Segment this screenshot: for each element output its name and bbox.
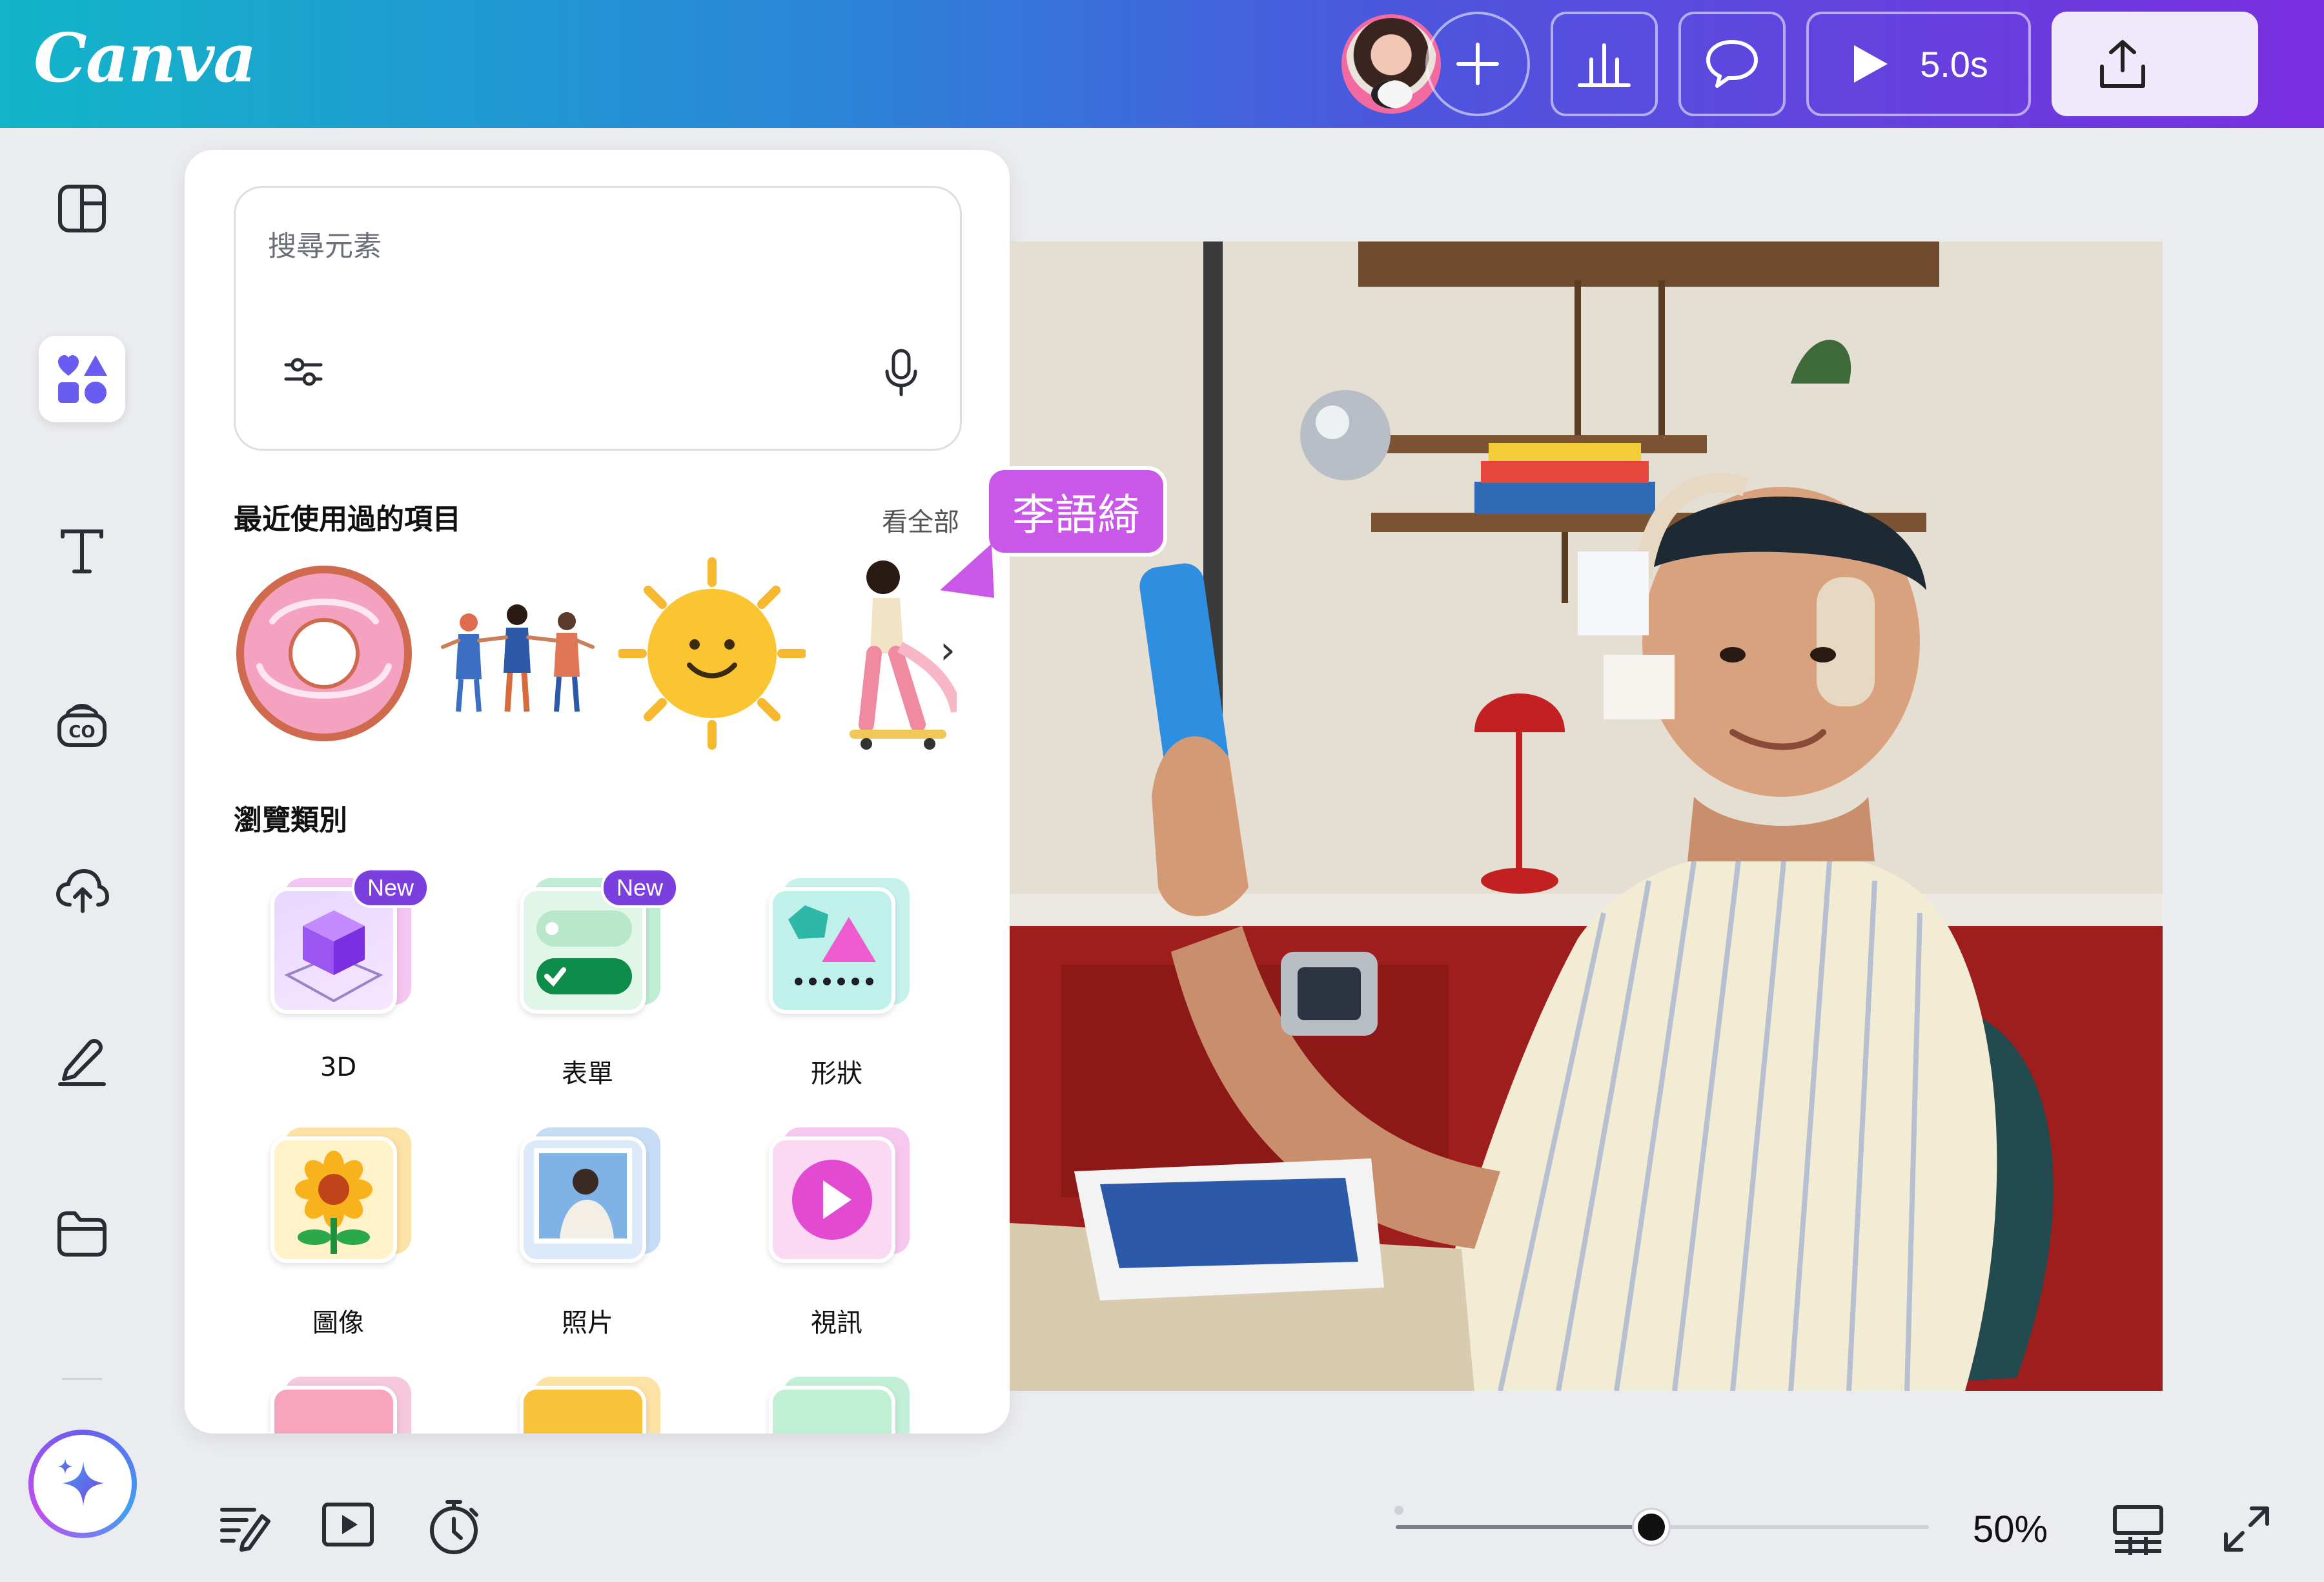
sidebar-item-elements[interactable] [39,336,125,422]
sidebar-item-uploads[interactable] [39,847,125,934]
layout-icon [58,185,106,232]
card-front [520,1386,646,1433]
sparkle-icon [57,1459,104,1506]
sidebar-item-text[interactable] [39,508,125,594]
brand-kit-icon: CO [57,704,107,747]
search-box [234,186,962,451]
recent-sun[interactable] [618,550,806,757]
folder-icon [57,1211,107,1257]
grid-view-icon[interactable] [2111,1503,2165,1555]
canvas-photo [1010,241,2163,1391]
form-icon [536,910,632,994]
category-label: 照片 [562,1308,613,1338]
svg-text:CO: CO [68,723,95,742]
category-graphics[interactable]: 圖像 [241,1127,435,1339]
search-input[interactable] [268,220,901,272]
fullscreen-icon[interactable] [2221,1503,2272,1555]
draw-icon [58,1039,106,1086]
category-partial-1[interactable] [241,1377,435,1433]
text-icon [61,529,103,573]
browse-title: 瀏覽類別 [234,804,347,837]
see-all-link[interactable]: 看全部 [882,501,959,539]
avatar-dog [1371,80,1412,108]
zoom-slider-thumb[interactable] [1634,1510,1669,1545]
shapes-category-icon [788,905,876,985]
category-label: 視訊 [811,1308,862,1338]
speech-bubble-icon [1706,40,1758,88]
card-front [769,1386,895,1433]
category-partial-2[interactable] [491,1377,684,1433]
insights-button[interactable] [1551,12,1658,116]
category-label: 形狀 [811,1059,862,1089]
elements-panel: 最近使用過的項目 看全部 › 瀏覽類別 [185,150,1010,1433]
card-front [769,887,895,1014]
recent-donut[interactable] [234,550,414,757]
sidebar-item-draw[interactable] [39,1018,125,1104]
category-photos[interactable]: 照片 [491,1127,684,1339]
zoom-slider-fill [1396,1525,1652,1529]
category-3d[interactable]: New 3D [241,868,435,1082]
zoom-slider[interactable] [1396,1510,1929,1545]
card-front [270,1136,397,1263]
notes-icon[interactable] [217,1498,271,1552]
recent-people[interactable] [430,550,604,757]
card-front [270,1386,397,1433]
comments-button[interactable] [1678,12,1786,116]
new-badge: New [601,868,679,908]
add-collaborator-button[interactable] [1425,12,1530,116]
design-canvas[interactable] [1010,241,2163,1391]
timer-icon[interactable] [426,1498,482,1556]
filter-icon[interactable] [282,356,325,388]
shapes-icon [58,355,107,404]
sidebar-item-brand[interactable]: CO [39,679,125,766]
new-badge: New [352,868,430,908]
sidebar-item-design[interactable] [39,165,125,252]
video-play-icon [792,1160,872,1240]
play-icon [1854,45,1888,83]
share-button[interactable] [2052,12,2258,116]
collaborator-cursor-icon [940,544,994,598]
card-front [769,1136,895,1263]
video-preview-icon[interactable] [320,1498,376,1552]
collaborator-name-tag: 李語綺 [985,466,1167,557]
cloud-upload-icon [56,868,110,913]
top-bar: Canva 5.0s [0,0,2324,128]
recent-next-icon[interactable]: › [940,628,955,673]
plus-icon [1456,43,1499,85]
recent-title: 最近使用過的項目 [234,503,461,536]
category-videos[interactable]: 視訊 [740,1127,933,1339]
card-front [520,1136,646,1263]
category-label: 表單 [562,1059,613,1089]
present-play-button[interactable]: 5.0s [1806,12,2031,116]
microphone-icon[interactable] [884,348,919,397]
category-shapes[interactable]: 形狀 [740,878,933,1090]
zoom-min-dot [1394,1506,1403,1515]
upload-icon [2100,40,2145,88]
sidebar-item-projects[interactable] [39,1189,125,1276]
photo-icon [534,1148,632,1244]
play-duration: 5.0s [1920,43,1988,85]
category-label: 圖像 [312,1308,364,1338]
cube-icon [284,910,383,1003]
category-forms[interactable]: New 表單 [491,868,684,1090]
category-label: 3D [320,1053,357,1082]
category-partial-3[interactable] [740,1377,933,1433]
zoom-value[interactable]: 50% [1973,1508,2048,1551]
canva-logo[interactable]: Canva [34,18,257,98]
sunflower-icon [295,1151,372,1254]
magic-assistant-button[interactable] [28,1430,137,1538]
bar-chart-icon [1578,43,1631,87]
sidebar-divider [62,1378,102,1380]
